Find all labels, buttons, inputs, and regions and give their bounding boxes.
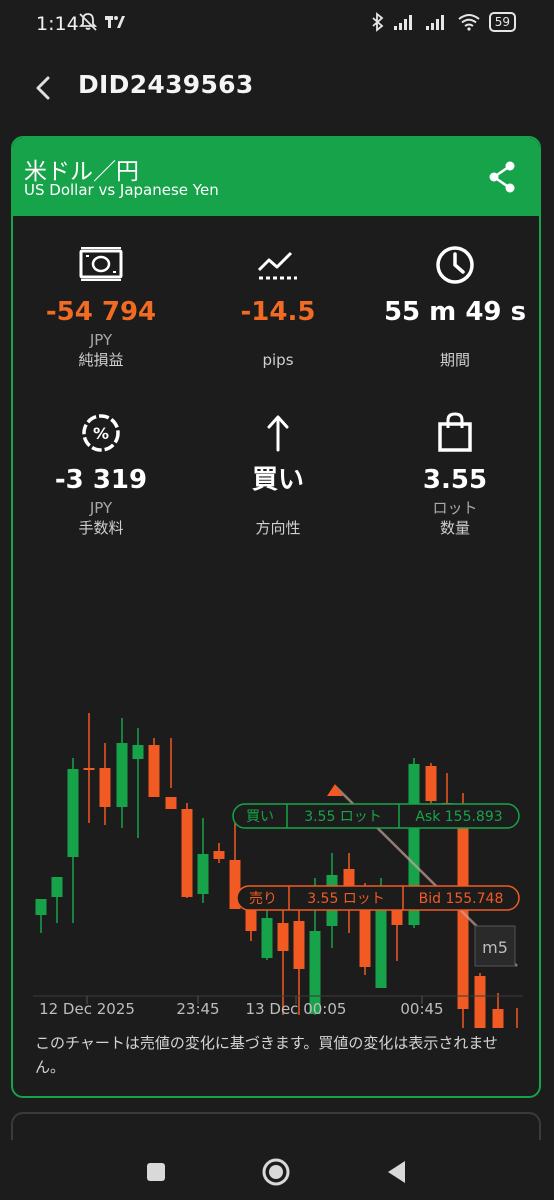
candle-body <box>181 809 193 897</box>
chart-note: このチャートは売値の変化に基づきます。買値の変化は表示されません。 <box>35 1034 498 1076</box>
metric-commission: % -3 319 JPY 手数料 <box>13 410 189 538</box>
direction-label: 方向性 <box>255 519 301 537</box>
duration-label: 期間 <box>439 351 470 369</box>
metric-direction: 買い 方向性 <box>190 410 366 538</box>
candles-group <box>35 713 518 1028</box>
metric-duration: 55 m 49 s 期間 <box>367 242 539 370</box>
status-bar: 1:14 59 <box>0 0 554 50</box>
card-header: 米ドル／円 US Dollar vs Japanese Yen <box>13 138 539 216</box>
pips-value: -14.5 <box>240 297 316 327</box>
x-tick-label: 00:45 <box>400 1000 443 1018</box>
candle-body <box>35 899 47 915</box>
commission-unit: JPY <box>89 499 113 517</box>
shopping-bag-icon <box>438 412 472 452</box>
candle-body <box>261 918 273 958</box>
buy-lots-label: 3.55 ロット <box>304 809 382 825</box>
svg-text:%: % <box>93 424 109 443</box>
arrow-up-icon <box>267 415 289 452</box>
metric-pips: -14.5 pips <box>190 242 366 370</box>
battery-indicator: 59 <box>488 12 516 32</box>
metric-quantity: 3.55 ロット 数量 <box>367 410 539 538</box>
direction-value: 買い <box>251 465 304 495</box>
quantity-label: 数量 <box>439 519 470 537</box>
candle-body <box>375 901 387 988</box>
timeframe-badge[interactable]: m5 <box>474 925 516 967</box>
status-right-icons: 59 <box>371 12 516 32</box>
pair-name-en: US Dollar vs Japanese Yen <box>24 181 219 199</box>
status-time: 1:14 <box>36 13 79 35</box>
price-chart[interactable]: 買い 3.55 ロット Ask 155.893 売り 3.55 ロット Bid … <box>13 558 541 1028</box>
signal-icon-2 <box>425 15 444 30</box>
buy-price-line: 買い 3.55 ロット Ask 155.893 <box>232 803 520 829</box>
wifi-icon <box>458 14 480 31</box>
timeframe-label: m5 <box>482 938 508 957</box>
pips-label: pips <box>262 351 294 369</box>
candle-body <box>293 921 305 969</box>
x-tick-label: 12 Dec 2025 <box>39 1000 135 1018</box>
candle-body <box>359 905 371 967</box>
x-tick-label: 23:45 <box>176 1000 219 1018</box>
status-left-icons <box>78 12 126 32</box>
system-nav-bar <box>0 1140 554 1200</box>
buy-price-label: Ask 155.893 <box>415 809 502 825</box>
candle-body <box>492 1009 504 1028</box>
page-title: DID2439563 <box>78 70 254 99</box>
recents-icon[interactable] <box>136 1152 176 1192</box>
position-card: 米ドル／円 US Dollar vs Japanese Yen -54 794 … <box>11 136 541 1098</box>
net-pl-unit: JPY <box>89 331 113 349</box>
banknote-icon <box>79 247 123 281</box>
candle-body <box>148 745 160 797</box>
top-bar: DID2439563 <box>0 56 554 116</box>
back-nav-icon[interactable] <box>376 1152 416 1192</box>
candle-body <box>83 768 95 770</box>
candle-body <box>67 769 79 857</box>
candle-body <box>99 768 111 807</box>
metric-net-pl: -54 794 JPY 純損益 <box>13 242 189 370</box>
home-icon[interactable] <box>256 1152 296 1192</box>
notifications-off-icon <box>78 13 98 31</box>
net-pl-value: -54 794 <box>45 297 157 327</box>
candle-body <box>425 766 437 801</box>
share-icon[interactable] <box>487 160 517 194</box>
net-pl-label: 純損益 <box>78 351 124 369</box>
candle-body <box>197 854 209 894</box>
duration-value: 55 m 49 s <box>383 297 527 327</box>
x-tick-label: 13 Dec 00:05 <box>246 1000 347 1018</box>
percent-circle-icon: % <box>82 414 120 452</box>
quantity-unit: ロット <box>432 499 478 517</box>
back-arrow-icon[interactable] <box>28 72 60 104</box>
x-axis-ticks: 12 Dec 2025 23:45 13 Dec 00:05 00:45 <box>39 996 444 1018</box>
commission-value: -3 319 <box>54 465 148 495</box>
candle-body <box>51 877 63 897</box>
candle-body <box>245 909 257 931</box>
signal-icon <box>393 15 412 30</box>
candle-body <box>132 745 144 759</box>
quantity-value: 3.55 <box>422 465 488 495</box>
sell-price-label: Bid 155.748 <box>419 891 504 907</box>
commission-label: 手数料 <box>78 519 124 537</box>
candle-body <box>116 743 128 807</box>
buy-side-label: 買い <box>246 809 274 825</box>
candle-body <box>213 851 225 859</box>
sell-side-label: 売り <box>249 891 277 907</box>
sell-price-line: 売り 3.55 ロット Bid 155.748 <box>236 885 520 911</box>
clock-icon <box>436 246 474 284</box>
tradingview-icon <box>105 16 125 28</box>
candle-body <box>277 923 289 951</box>
bluetooth-icon <box>372 12 384 32</box>
sell-lots-label: 3.55 ロット <box>307 891 385 907</box>
trend-line-icon <box>257 251 297 280</box>
candle-body <box>474 976 486 1028</box>
candle-body <box>165 797 177 809</box>
